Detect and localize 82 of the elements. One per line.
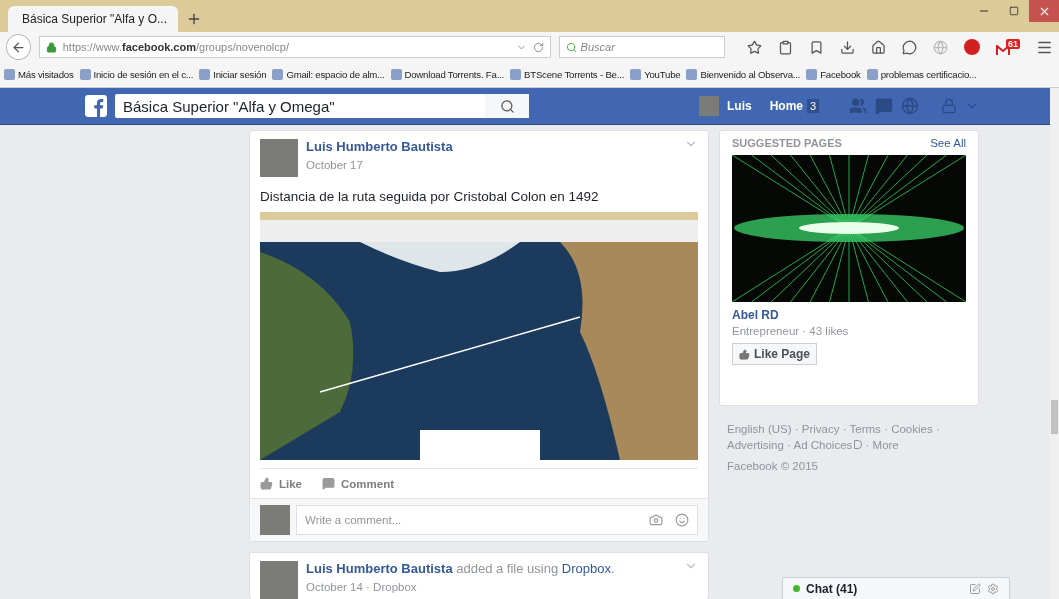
bookmark-item[interactable]: Bienvenido al Observa... (686, 69, 801, 80)
bookmark-item[interactable]: Inicio de sesión en el c... (79, 69, 194, 80)
bookmark-item[interactable]: Facebook (806, 69, 861, 80)
bookmark-icon (866, 69, 878, 80)
post-date: October 17 (306, 159, 364, 171)
chat-bar[interactable]: Chat (41) (782, 577, 1010, 599)
avatar (260, 505, 290, 535)
browser-tab[interactable]: Básica Superior "Alfa y O... (8, 6, 178, 32)
separator: · (883, 423, 889, 435)
see-all-link[interactable]: See All (930, 137, 966, 149)
restore-icon (1009, 6, 1019, 16)
bookmark-item[interactable]: Más visitados (4, 69, 74, 80)
separator: · (786, 438, 792, 451)
search-field[interactable]: Básica Superior "Alfa y Omega" (115, 94, 529, 118)
mail-button[interactable]: 61 (996, 38, 1020, 56)
separator: · (841, 423, 848, 435)
bookmark-item[interactable]: Download Torrents. Fa... (390, 69, 505, 80)
avatar (260, 139, 298, 177)
thumbs-up-icon (260, 477, 273, 490)
edit-icon[interactable] (969, 582, 981, 595)
ad-choices-icon (854, 439, 863, 449)
avatar (260, 561, 298, 599)
lock-icon (45, 41, 57, 53)
separator: · (864, 438, 871, 451)
settings-icon[interactable] (987, 582, 999, 595)
search-icon (565, 41, 577, 53)
smiley-icon[interactable] (675, 513, 689, 527)
notification-badge: 61 (1006, 38, 1020, 49)
profile-link[interactable]: Luis (727, 99, 752, 113)
bookmark-icon (510, 69, 522, 80)
friends-icon[interactable] (849, 97, 868, 115)
post-header: Luis Humberto Bautista added a file using Dropbox. (306, 561, 615, 576)
bookmark-item[interactable]: Iniciar sesión (199, 69, 267, 80)
comment-button[interactable]: Comment (322, 475, 395, 492)
separator: · (793, 423, 800, 435)
speech-bubble-icon (322, 477, 335, 490)
facebook-logo[interactable] (85, 95, 107, 117)
post-text: Distancia de la ruta seguida por Cristobal Colon en 1492 (259, 188, 600, 206)
like-page-button[interactable]: Like Page (732, 343, 818, 365)
dropbox-link[interactable]: Dropbox (561, 561, 611, 576)
scroll-thumb[interactable] (1051, 400, 1058, 434)
post-header: Luis Humberto Bautista (306, 139, 453, 154)
reload-icon[interactable] (532, 41, 544, 53)
copyright: Facebook © 2015 (727, 459, 819, 475)
thumbs-up-icon (739, 348, 750, 360)
bookmark-icon (630, 69, 642, 80)
bookmark-icon (806, 69, 818, 80)
clipboard-icon[interactable] (778, 39, 793, 55)
url-field[interactable]: https://www.facebook.com/groups/novenolcp/ (38, 36, 551, 58)
mail-icon (996, 44, 1010, 56)
bookmark-icon (79, 69, 91, 80)
search-button[interactable] (485, 94, 529, 118)
back-button[interactable] (6, 34, 31, 60)
bookmark-icon (390, 69, 402, 80)
post-date: October 14 · Dropbox (306, 581, 418, 593)
new-tab-icon[interactable] (186, 11, 202, 27)
bookmark-icon (272, 69, 284, 80)
bookmark-icon (686, 69, 698, 80)
home-icon[interactable] (871, 39, 886, 55)
bookmark-item[interactable]: YouTube (630, 69, 681, 80)
camera-icon[interactable] (649, 513, 663, 527)
bookmark-icon (4, 69, 15, 80)
star-icon[interactable] (747, 39, 762, 55)
bookmark-item[interactable]: Gmail: espacio de alm... (272, 69, 385, 80)
bookmark-item[interactable]: problemas certificacio... (866, 69, 977, 80)
globe-icon[interactable] (901, 97, 920, 115)
bookmark-icon (199, 69, 211, 80)
lock-icon[interactable] (941, 98, 958, 114)
close-button[interactable] (1029, 0, 1059, 22)
chat-bubble-icon[interactable] (902, 39, 917, 55)
home-link[interactable]: Home 3 (769, 99, 820, 113)
like-button[interactable]: Like (260, 475, 302, 492)
search-icon (499, 98, 515, 114)
separator: · (934, 423, 940, 435)
messages-icon[interactable] (875, 97, 894, 115)
bookmark-item[interactable]: BTScene Torrents - Be... (510, 69, 625, 80)
section-title: SUGGESTED PAGES (732, 137, 842, 149)
page-info: Entrepreneur · 43 likes (732, 325, 850, 337)
search-field[interactable]: Buscar (558, 36, 725, 58)
page-name: Abel RD (732, 308, 780, 322)
avatar (699, 96, 719, 116)
download-icon[interactable] (840, 39, 855, 55)
